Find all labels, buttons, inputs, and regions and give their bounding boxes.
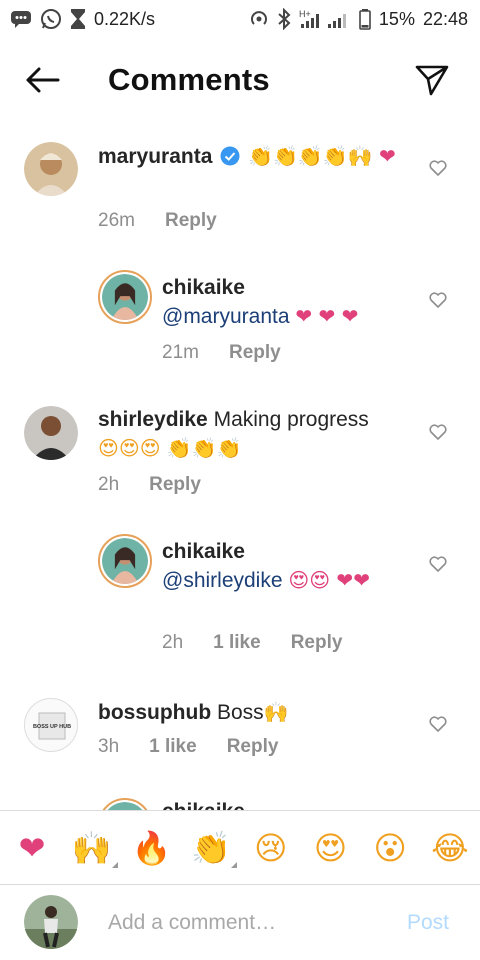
heart-emoji-icon: ❤ [18,828,46,867]
avatar[interactable] [98,798,152,810]
reaction-laughing[interactable]: 😂 [428,826,472,870]
comment-emojis: ❤ ❤ ❤ [295,304,359,328]
hourglass-icon [70,8,86,30]
post-button[interactable]: Post [407,911,449,935]
heart-outline-icon [429,716,447,732]
comment-username[interactable]: bossuphub [98,701,211,724]
reaction-clap[interactable]: 👏 [189,826,238,870]
fire-emoji-icon: 🔥 [131,828,172,867]
reply-button[interactable]: Reply [149,474,201,496]
comment-time: 26m [98,210,135,231]
comment-time: 21m [162,342,199,363]
send-button[interactable] [410,60,454,100]
crying-emoji-icon: 😢 [254,828,288,867]
avatar[interactable] [24,406,78,460]
raised-hands-emoji-icon: 🙌 [71,828,112,867]
comment-time: 2h [98,474,120,495]
heart-outline-icon [429,160,447,176]
comment-text: Making progress [213,408,369,431]
like-heart-button[interactable] [426,712,450,736]
avatar[interactable] [98,270,152,324]
like-heart-button[interactable] [426,288,450,312]
comment-username[interactable]: shirleydike [98,408,208,431]
avatar[interactable] [98,534,152,588]
reaction-fire[interactable]: 🔥 [129,826,173,870]
header: Comments [0,50,480,110]
reply-button[interactable]: Reply [227,736,279,758]
reaction-crying[interactable]: 😢 [249,826,293,870]
laughing-emoji-icon: 😂 [431,828,469,867]
skin-tone-indicator [111,861,118,868]
bluetooth-icon [277,8,291,30]
battery-icon [359,8,371,30]
surprised-emoji-icon: 😮 [373,828,407,867]
back-button[interactable] [22,62,62,98]
heart-outline-icon [429,556,447,572]
network-type: H+ [299,9,311,19]
like-heart-button[interactable] [426,420,450,444]
avatar[interactable]: BOSS UP HUB [24,698,78,752]
comment-emojis: 👏👏👏👏🙌 ❤ [248,144,396,168]
comment-time: 3h [98,736,120,757]
mention-link[interactable]: @shirleydike [162,569,283,592]
comment-username[interactable]: chikaike [162,800,245,810]
skin-tone-indicator [231,861,238,868]
likes-count[interactable]: 1 like [149,736,197,758]
comment-emojis: 😍😍😍 👏👏👏 [98,436,242,460]
send-icon [415,65,449,96]
reply-button[interactable]: Reply [291,632,343,654]
reaction-heart[interactable]: ❤ [10,826,54,870]
emoji-reaction-bar: ❤ 🙌 🔥 👏 😢 😍 😮 😂 [0,810,480,884]
messages-icon [10,10,32,28]
reaction-surprised[interactable]: 😮 [368,826,412,870]
comment-input[interactable] [108,907,388,939]
like-heart-button[interactable] [426,156,450,180]
page-title: Comments [108,62,270,97]
verified-icon [220,146,240,166]
status-bar: 0.22K/s H+ 15% 22:48 [0,0,480,38]
avatar-text: BOSS UP HUB [33,724,71,730]
like-heart-button[interactable] [426,552,450,576]
avatar[interactable] [24,895,78,949]
signal-icon: H+ [299,8,351,30]
comment-username[interactable]: maryuranta [98,145,212,168]
comment-reply-item: chikaike [0,798,480,810]
comment-time: 2h [162,632,184,653]
comment-composer: Post [0,884,480,960]
avatar[interactable] [24,142,78,196]
reaction-heart-eyes[interactable]: 😍 [309,826,353,870]
whatsapp-icon [40,8,62,30]
reaction-raised-hands[interactable]: 🙌 [70,826,118,870]
reply-button[interactable]: Reply [229,342,281,364]
comment-emojis: 🙌 [263,700,289,724]
heart-outline-icon [429,424,447,440]
heart-eyes-emoji-icon: 😍 [313,828,348,867]
clap-emoji-icon: 👏 [191,828,232,867]
battery-level: 15% [378,8,415,29]
comment-emojis: 😍😍 ❤❤ [288,568,370,592]
comment-username[interactable]: chikaike [162,274,422,302]
back-arrow-icon [26,67,60,93]
hotspot-icon [249,9,269,29]
reply-button[interactable]: Reply [165,210,217,232]
mention-link[interactable]: @maryuranta [162,305,290,328]
comment-text: Boss [217,701,264,724]
likes-count[interactable]: 1 like [213,632,261,654]
network-speed: 0.22K/s [94,8,156,29]
heart-outline-icon [429,292,447,308]
clock: 22:48 [422,8,468,29]
comment-username[interactable]: chikaike [162,538,402,566]
